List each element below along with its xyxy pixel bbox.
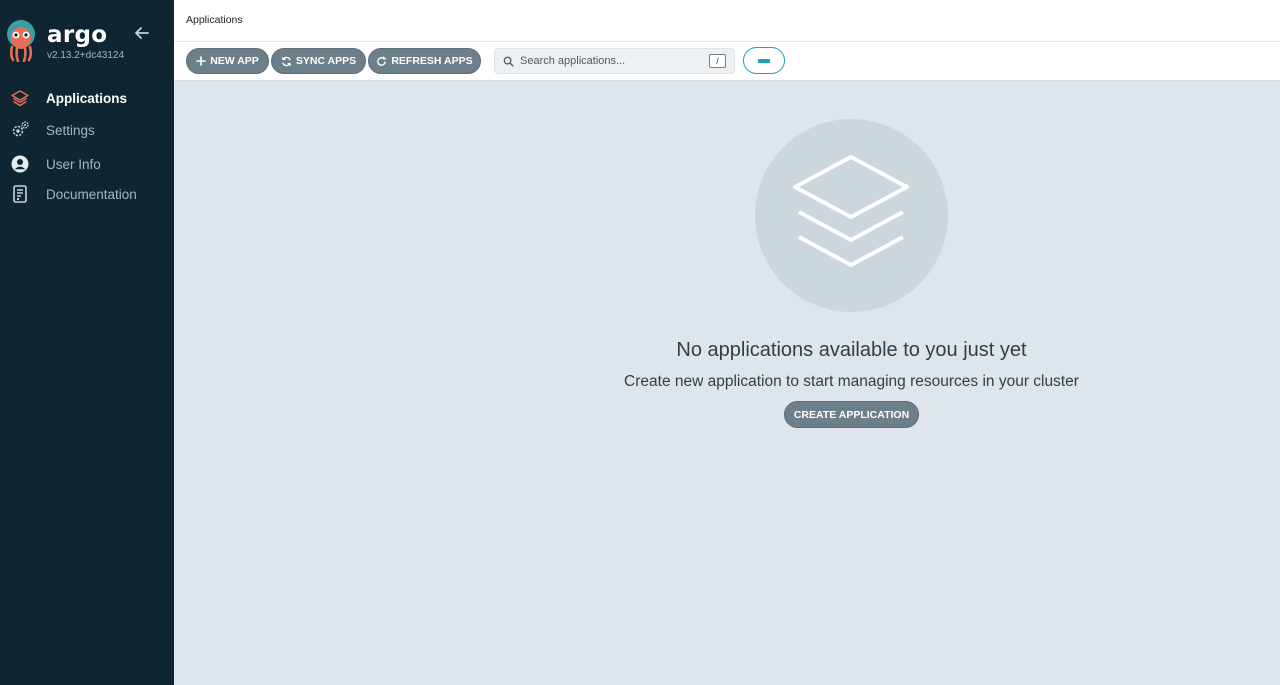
document-icon: [10, 184, 30, 204]
sidebar-item-label: Settings: [46, 122, 95, 138]
page-title: Applications: [186, 14, 243, 26]
argo-logo: [4, 20, 38, 63]
search-shortcut-hint: /: [709, 54, 726, 68]
version-label: v2.13.2+dc43124: [47, 50, 125, 61]
search-input[interactable]: [520, 52, 700, 70]
sync-apps-button[interactable]: SYNC APPS: [271, 48, 366, 74]
brand-name: argo: [47, 22, 108, 48]
sync-icon: [281, 56, 292, 66]
sync-apps-label: SYNC APPS: [295, 55, 357, 67]
refresh-apps-label: REFRESH APPS: [391, 55, 473, 67]
empty-state-title: No applications available to you just ye…: [676, 339, 1027, 361]
user-circle-icon: [10, 154, 30, 174]
new-app-label: NEW APP: [210, 55, 259, 67]
arrow-left-icon: [135, 27, 149, 39]
search-icon: [503, 56, 514, 67]
sidebar-item-label: User Info: [46, 156, 101, 172]
sidebar-item-applications[interactable]: Applications: [0, 83, 174, 113]
layers-icon: [793, 155, 909, 267]
gears-icon: [10, 120, 30, 140]
collapse-sidebar-button[interactable]: [133, 24, 151, 42]
top-header: Applications: [174, 0, 1280, 42]
refresh-icon: [377, 56, 387, 66]
plus-icon: [196, 56, 206, 66]
layers-icon: [10, 88, 30, 108]
sidebar: argo v2.13.2+dc43124 Applications Settin…: [0, 0, 174, 685]
sidebar-item-label: Documentation: [46, 186, 137, 202]
filter-toggle-button[interactable]: [743, 47, 785, 74]
toolbar: NEW APP SYNC APPS REFRESH APPS /: [174, 42, 1280, 81]
minus-icon: [758, 59, 770, 63]
empty-state-subtitle: Create new application to start managing…: [624, 373, 1079, 390]
new-app-button[interactable]: NEW APP: [186, 48, 269, 74]
empty-state-illustration: [755, 119, 948, 312]
sidebar-item-documentation[interactable]: Documentation: [0, 179, 174, 209]
sidebar-item-user-info[interactable]: User Info: [0, 149, 174, 179]
create-application-button[interactable]: CREATE APPLICATION: [784, 401, 919, 428]
sidebar-item-label: Applications: [46, 90, 128, 106]
refresh-apps-button[interactable]: REFRESH APPS: [368, 48, 481, 74]
sidebar-item-settings[interactable]: Settings: [0, 115, 174, 145]
search-box: /: [494, 48, 735, 74]
